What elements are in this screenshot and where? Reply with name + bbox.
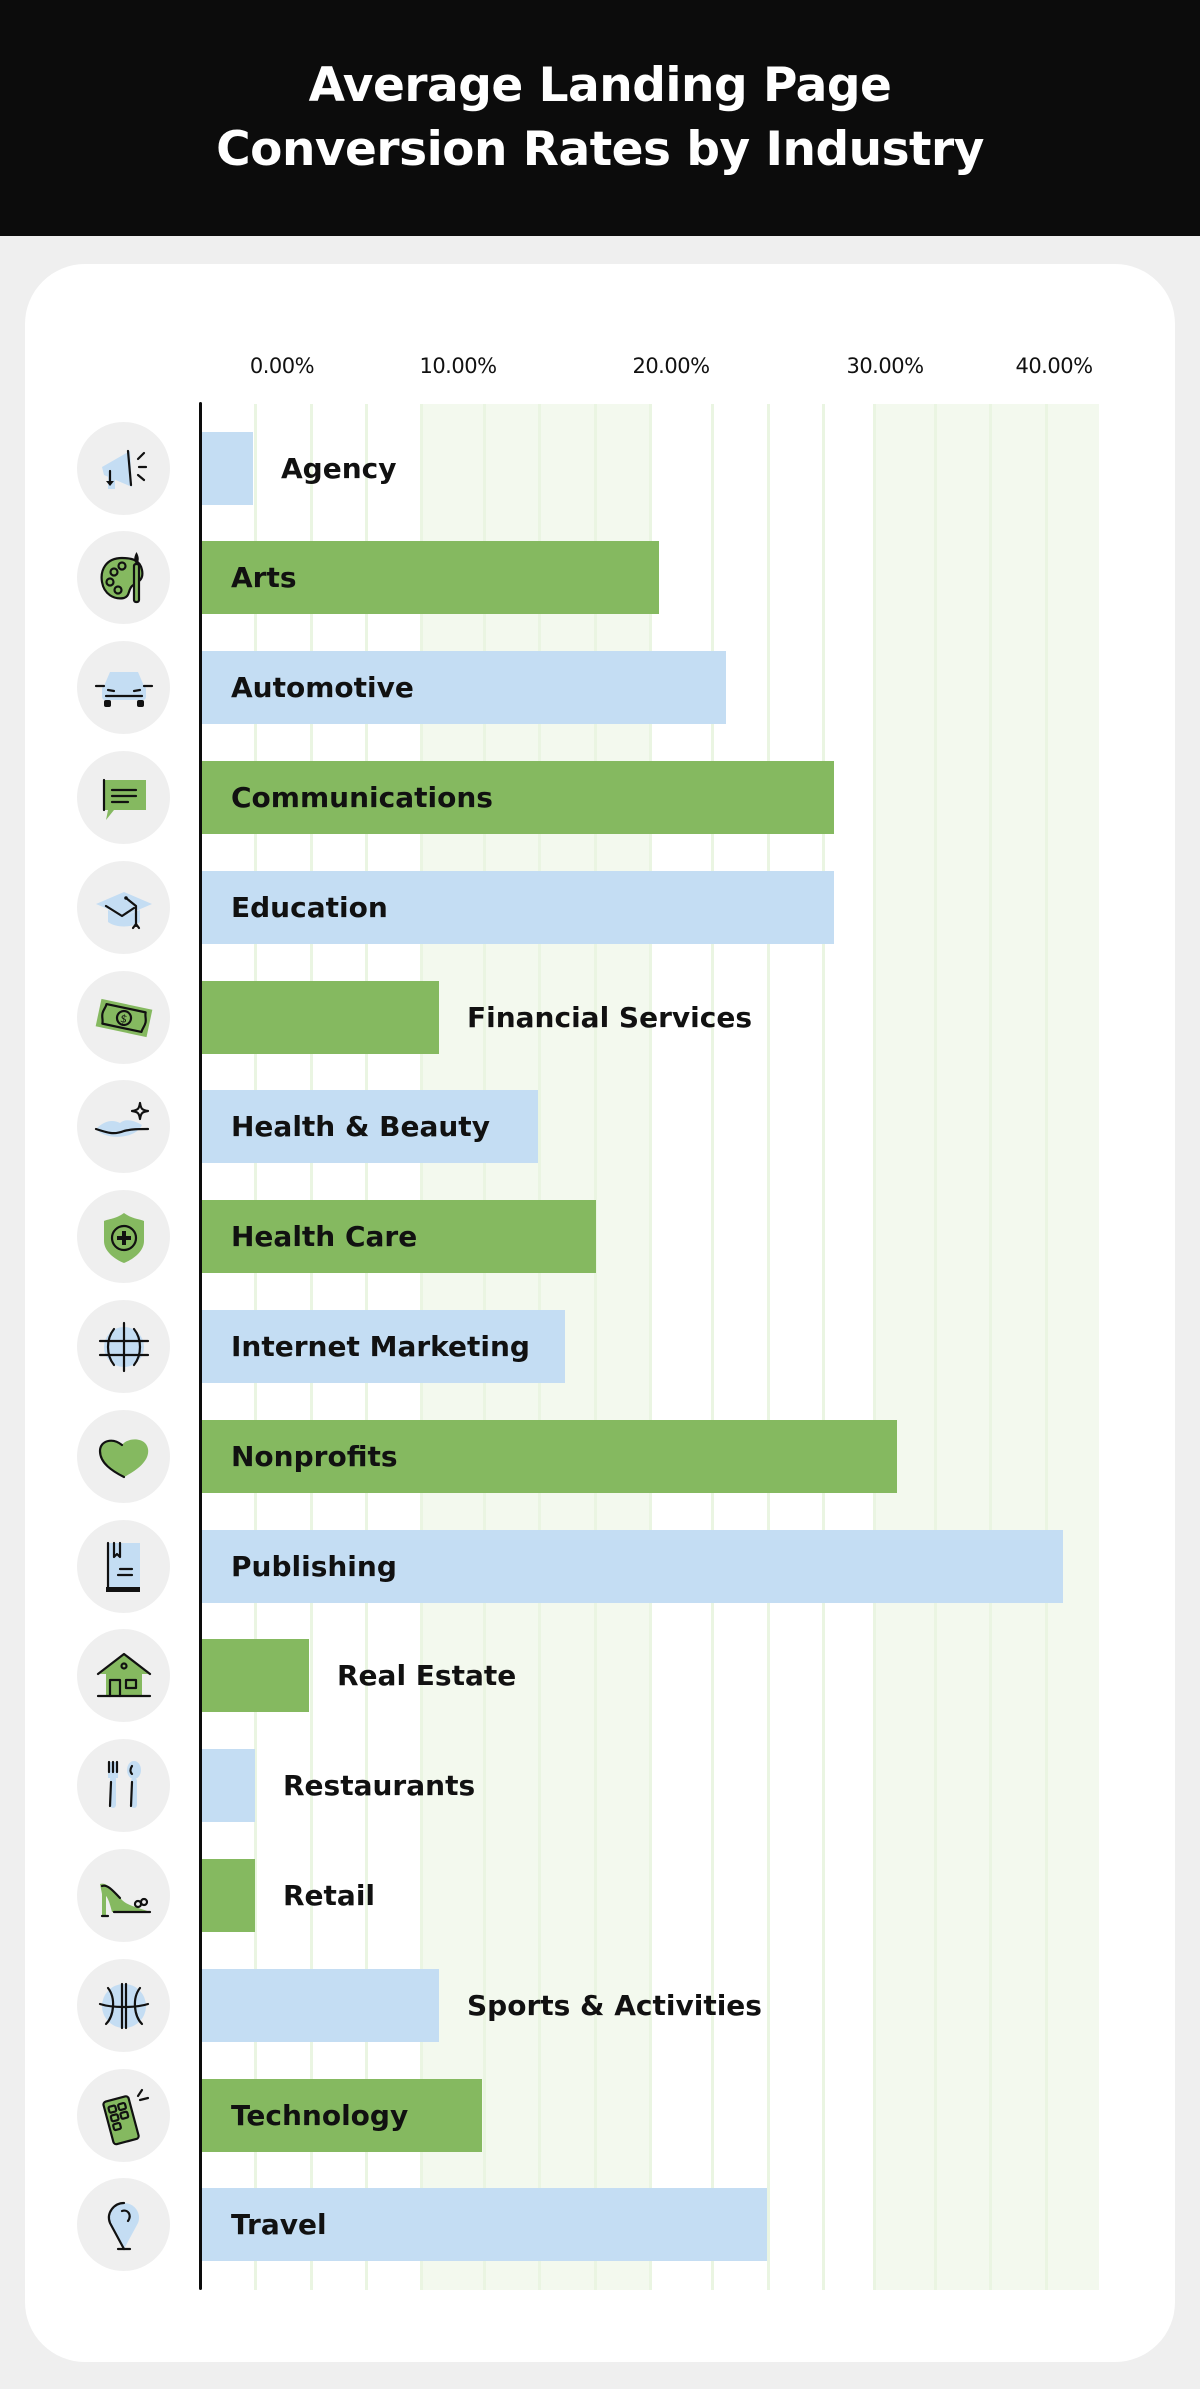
- header: Average Landing Page Conversion Rates by…: [0, 0, 1200, 236]
- industry-icon-badge: [77, 1629, 170, 1722]
- industry-icon-badge: [77, 1849, 170, 1942]
- industry-icon-badge: [77, 1959, 170, 2052]
- category-label: Retail: [283, 1879, 376, 1912]
- chat-bubble-icon: [102, 778, 146, 820]
- y-axis-line: [199, 402, 202, 2290]
- industry-icon-badge: [77, 531, 170, 624]
- medical-shield-icon: [103, 1212, 144, 1263]
- category-label: Health Care: [231, 1220, 418, 1253]
- chart-title-line-2: Conversion Rates by Industry: [216, 122, 984, 177]
- bar: [201, 1969, 439, 2042]
- industry-icon-badge: [77, 1300, 170, 1393]
- graduation-cap-icon: [95, 891, 152, 929]
- industry-icon-badge: [77, 1190, 170, 1283]
- megaphone-icon: [101, 449, 147, 489]
- gridline: [1045, 404, 1048, 2290]
- bar: [201, 981, 439, 1054]
- lips-sparkle-icon: [94, 1101, 149, 1137]
- high-heel-shoe-icon: [99, 1883, 151, 1917]
- mobile-phone-icon: [101, 2088, 149, 2145]
- heart-icon: [98, 1438, 148, 1478]
- category-label: Travel: [231, 2208, 327, 2241]
- paint-palette-icon: [100, 551, 143, 603]
- category-label: Financial Services: [467, 1001, 752, 1034]
- category-label: Real Estate: [337, 1659, 517, 1692]
- map-pin-icon: [107, 2201, 139, 2250]
- x-tick-label: 20.00%: [632, 354, 710, 378]
- bar: [201, 1639, 309, 1712]
- category-label: Nonprofits: [231, 1440, 398, 1473]
- car-icon: [94, 671, 153, 707]
- industry-icon-badge: [77, 1410, 170, 1503]
- book-icon: [105, 1541, 140, 1592]
- bar: [201, 1749, 255, 1822]
- gridline: [822, 404, 825, 2290]
- gridline: [989, 404, 992, 2290]
- x-tick-label: 10.00%: [419, 354, 497, 378]
- industry-icon-badge: [77, 422, 170, 515]
- gridline: [873, 404, 876, 2290]
- industry-icon-badge: [77, 2069, 170, 2162]
- gridline: [934, 404, 937, 2290]
- category-label: Arts: [231, 561, 297, 594]
- category-label: Communications: [231, 781, 493, 814]
- bar: [201, 1859, 255, 1932]
- industry-icon-badge: [77, 641, 170, 734]
- category-label: Automotive: [231, 671, 414, 704]
- x-tick-label: 40.00%: [1015, 354, 1093, 378]
- industry-icon-badge: [77, 861, 170, 954]
- category-label: Restaurants: [283, 1769, 476, 1802]
- x-tick-label: 0.00%: [249, 354, 315, 378]
- industry-icon-badge: [77, 1080, 170, 1173]
- category-label: Education: [231, 891, 388, 924]
- chart-title-line-1: Average Landing Page: [308, 58, 892, 113]
- category-label: Health & Beauty: [231, 1110, 490, 1143]
- category-label: Internet Marketing: [231, 1330, 530, 1363]
- gridline: [767, 404, 770, 2290]
- x-tick-label: 30.00%: [846, 354, 924, 378]
- house-icon: [96, 1652, 151, 1697]
- industry-icon-badge: $: [77, 971, 170, 1064]
- category-label: Agency: [281, 452, 397, 485]
- dollar-bill-icon: $: [95, 998, 152, 1037]
- industry-icon-badge: [77, 1520, 170, 1613]
- globe-icon: [98, 1321, 149, 1372]
- industry-icon-badge: [77, 2178, 170, 2271]
- category-label: Sports & Activities: [467, 1989, 762, 2022]
- background-band: [874, 404, 1099, 2290]
- industry-icon-badge: [77, 1739, 170, 1832]
- category-label: Publishing: [231, 1550, 397, 1583]
- bar: [201, 432, 253, 505]
- basketball-icon: [98, 1982, 149, 2029]
- fork-spoon-icon: [107, 1760, 141, 1808]
- category-label: Technology: [231, 2099, 409, 2132]
- industry-icon-badge: [77, 751, 170, 844]
